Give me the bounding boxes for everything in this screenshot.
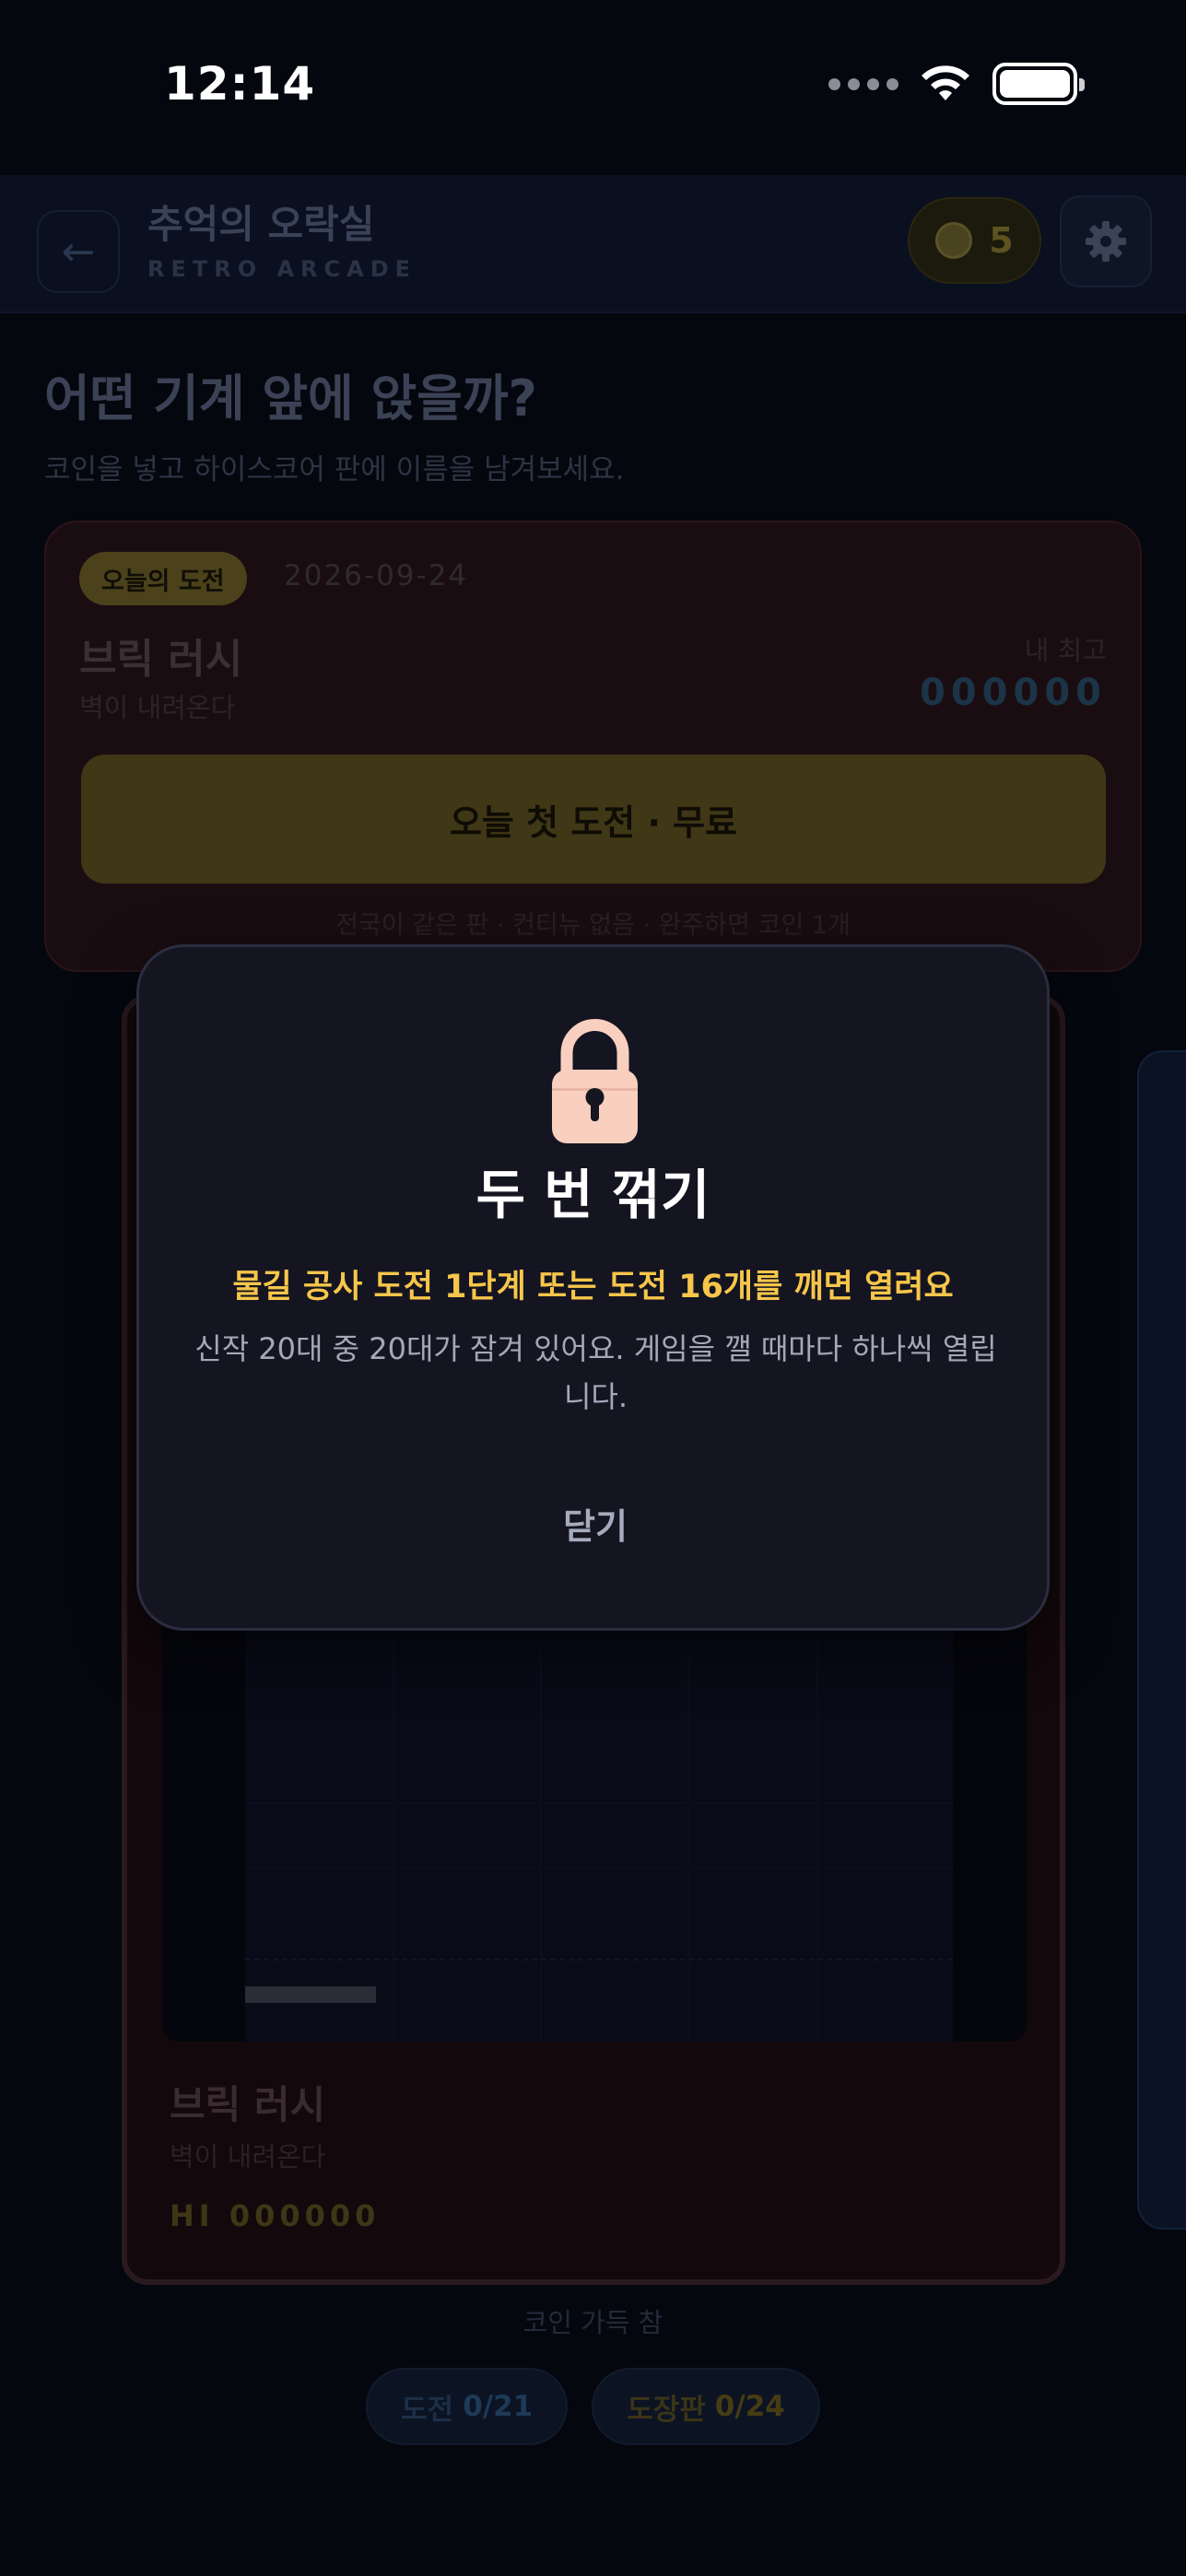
coin-full-label: 코인 가득 참: [523, 2307, 663, 2338]
coin-count: 5: [989, 220, 1014, 261]
cabinet-subtitle: 벽이 내려온다: [170, 2141, 326, 2172]
status-time: 12:14: [164, 57, 316, 111]
best-score-value: 000000: [920, 672, 1107, 714]
daily-badge: 오늘의 도전: [79, 552, 247, 605]
daily-game-subtitle: 벽이 내려온다: [79, 692, 236, 723]
status-bar: 12:14: [0, 0, 1186, 175]
stamp-board-progress-pill[interactable]: 도장판 0/24: [592, 2368, 820, 2445]
close-button[interactable]: 닫기: [503, 1481, 687, 1564]
app-subtitle: RETRO ARCADE: [147, 256, 417, 282]
daily-start-button[interactable]: 오늘 첫 도전 · 무료: [81, 755, 1106, 884]
status-icons: [828, 63, 1085, 105]
challenge-value: 0/21: [463, 2390, 534, 2423]
modal-description: 신작 20대 중 20대가 잠겨 있어요. 게임을 깰 때마다 하나씩 열립니다…: [194, 1331, 997, 1414]
stamp-board-label: 도장판: [627, 2393, 706, 2427]
daily-note: 전국이 같은 판 · 컨티뉴 없음 · 완주하면 코인 1개: [335, 911, 851, 940]
daily-date: 2026-09-24: [284, 559, 469, 592]
next-cabinet-peek[interactable]: [1137, 1050, 1186, 2230]
cabinet-title: 브릭 러시: [170, 2082, 326, 2127]
app-header: ← 추억의 오락실 RETRO ARCADE 5: [0, 175, 1186, 313]
challenge-label: 도전: [401, 2393, 454, 2427]
challenge-progress-pill[interactable]: 도전 0/21: [366, 2368, 569, 2445]
coin-icon: [935, 222, 973, 259]
daily-game-title: 브릭 러시: [79, 636, 243, 683]
app-title: 추억의 오락실: [147, 202, 375, 247]
page-description: 코인을 넣고 하이스코어 판에 이름을 남겨보세요.: [44, 453, 625, 486]
danger-line: [245, 1959, 953, 1961]
paddle: [245, 1986, 376, 2003]
locked-game-modal: 두 번 꺾기 물길 공사 도전 1단계 또는 도전 16개를 깨면 열려요 신작…: [136, 944, 1050, 1631]
progress-row: 도전 0/21 도장판 0/24: [0, 2368, 1186, 2445]
back-button[interactable]: ←: [37, 210, 120, 293]
unlock-condition: 물길 공사 도전 1단계 또는 도전 16개를 깨면 열려요: [232, 1269, 954, 1306]
coin-counter[interactable]: 5: [908, 197, 1041, 284]
gear-icon: [1086, 221, 1126, 262]
page-heading: 어떤 기계 앞에 앉을까?: [44, 369, 537, 427]
stamp-board-value: 0/24: [714, 2390, 785, 2423]
arrow-left-icon: ←: [61, 228, 96, 275]
lock-icon: [552, 1019, 638, 1143]
battery-icon: [992, 63, 1085, 105]
daily-challenge-card: 오늘의 도전 2026-09-24 브릭 러시 벽이 내려온다 내 최고 000…: [44, 521, 1142, 972]
wifi-icon: [922, 65, 969, 100]
best-score-label: 내 최고: [1024, 635, 1107, 666]
modal-title: 두 번 꺾기: [476, 1164, 710, 1226]
settings-button[interactable]: [1060, 195, 1152, 287]
cabinet-hi-score: HI 000000: [170, 2198, 381, 2233]
cellular-signal-icon: [828, 77, 898, 90]
